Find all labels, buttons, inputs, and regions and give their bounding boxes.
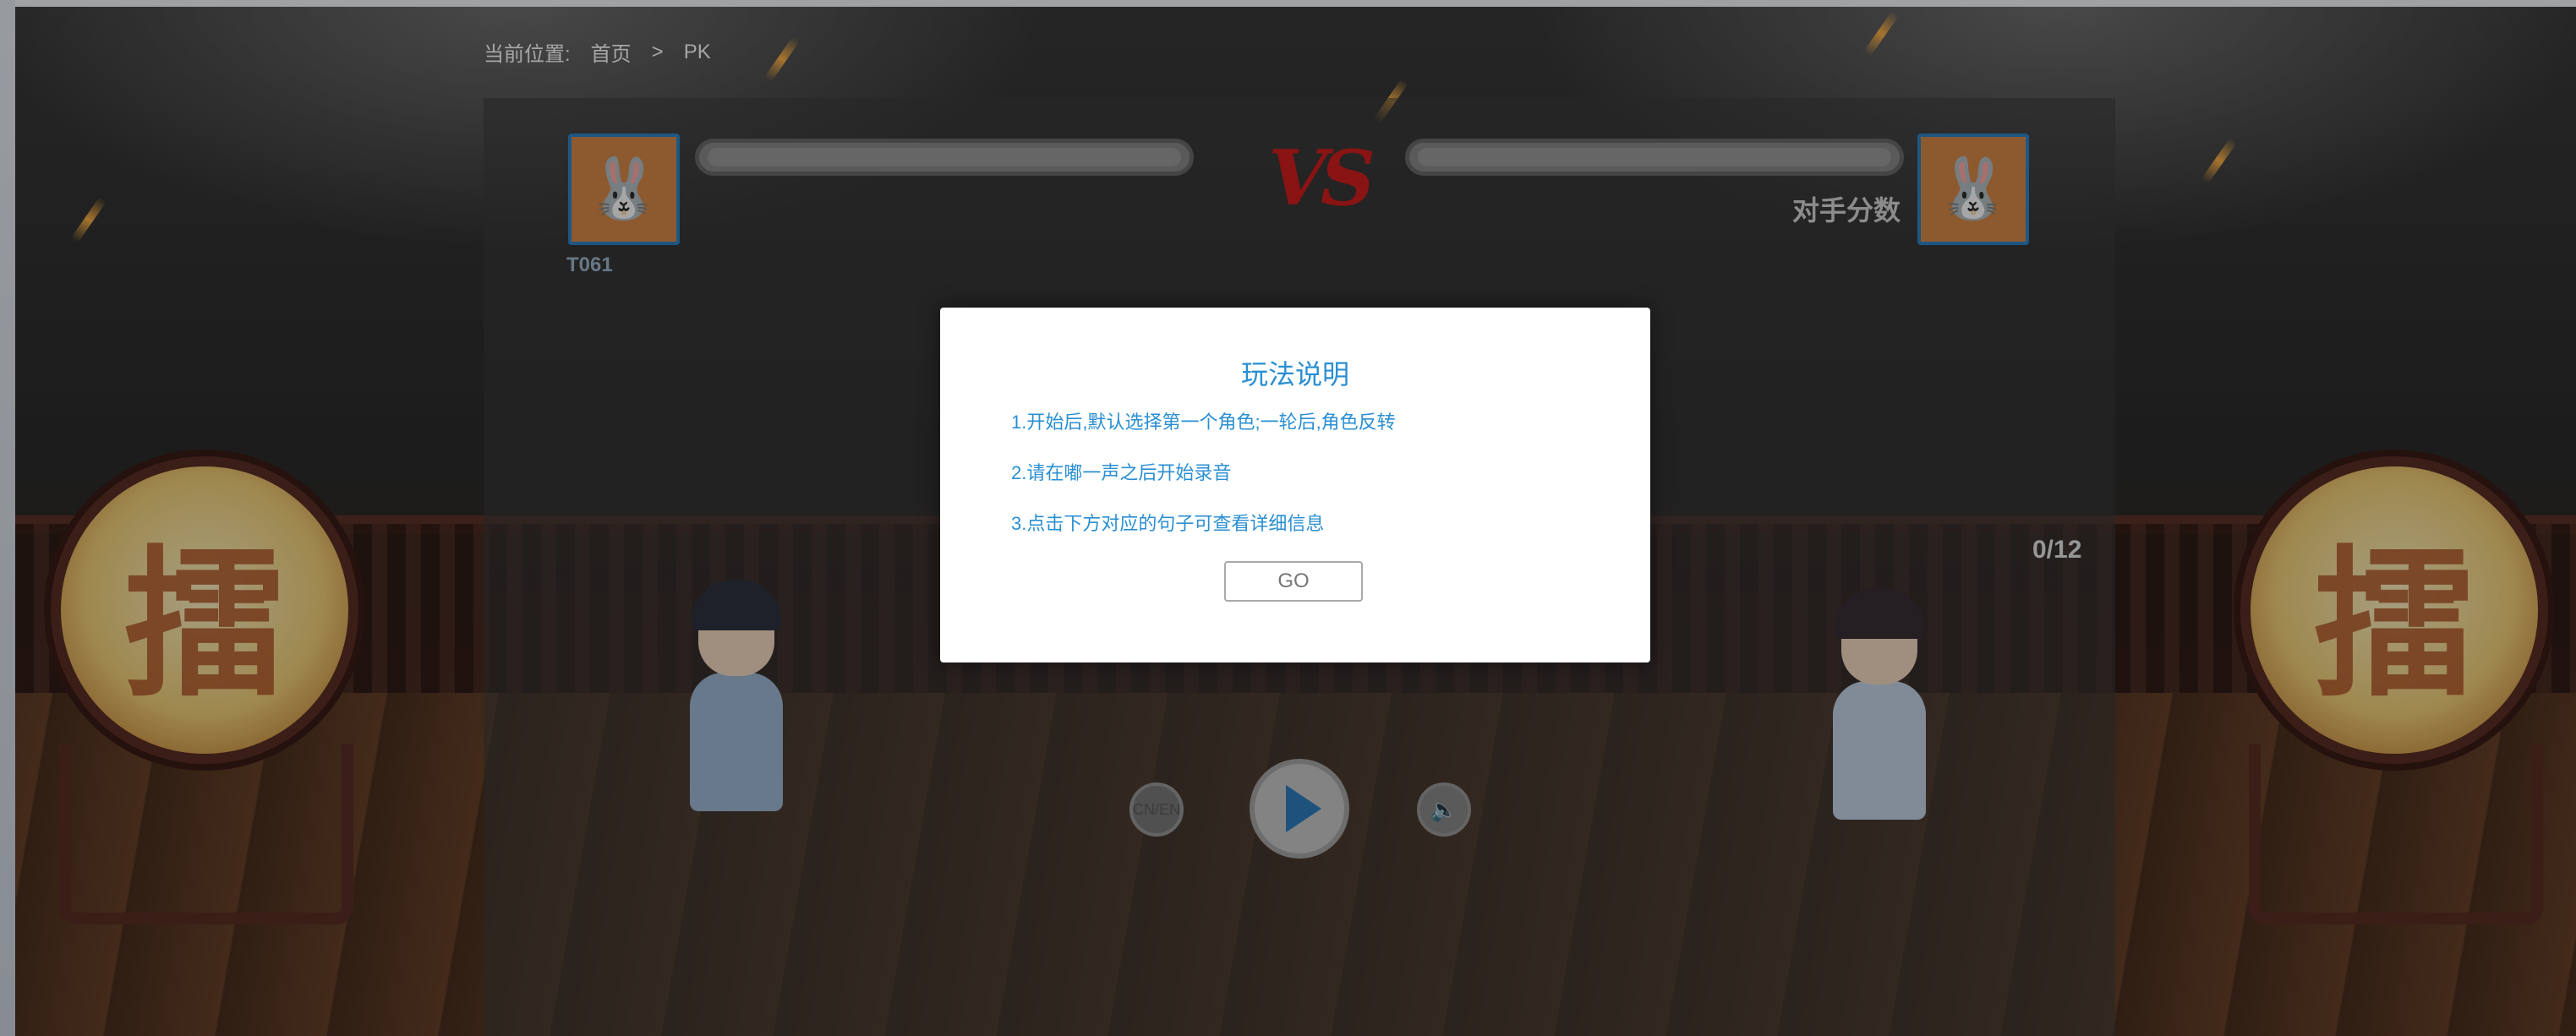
instructions-modal: 玩法说明 1.开始后,默认选择第一个角色;一轮后,角色反转 2.请在嘟一声之后开… [940, 308, 1650, 662]
rule-line-1: 1.开始后,默认选择第一个角色;一轮后,角色反转 [1011, 412, 1396, 433]
rule-line-3: 3.点击下方对应的句子可查看详细信息 [1011, 513, 1325, 534]
modal-title: 玩法说明 [1240, 359, 1349, 390]
rule-line-2: 2.请在嘟一声之后开始录音 [1011, 462, 1232, 483]
go-button[interactable]: GO [1224, 561, 1363, 602]
